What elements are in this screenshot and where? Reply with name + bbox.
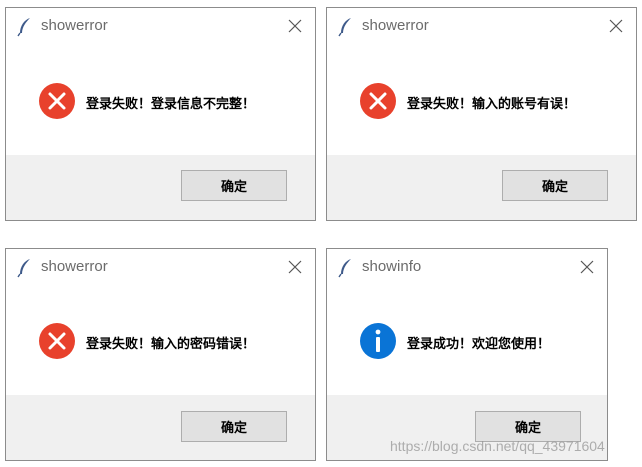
button-area: 确定 (327, 155, 636, 220)
button-area: 确定 (6, 395, 315, 460)
error-dialog-incomplete: showerror 登录失败！登录信息不完整！ 确定 (5, 7, 316, 221)
message-text: 登录失败！输入的账号有误！ (407, 97, 577, 112)
window-title: showerror (41, 258, 108, 275)
window-title: showerror (362, 17, 429, 34)
close-icon[interactable] (288, 19, 302, 33)
ok-button[interactable]: 确定 (502, 170, 608, 201)
info-icon (360, 323, 396, 359)
feather-icon (17, 259, 30, 278)
error-dialog-account: showerror 登录失败！输入的账号有误！ 确定 (326, 7, 637, 221)
message-text: 登录失败！输入的密码错误！ (86, 337, 256, 352)
title-bar[interactable]: showerror (6, 249, 315, 287)
message-text: 登录成功！欢迎您使用！ (407, 337, 551, 352)
ok-button[interactable]: 确定 (181, 170, 287, 201)
title-bar[interactable]: showerror (327, 8, 636, 46)
error-dialog-password: showerror 登录失败！输入的密码错误！ 确定 (5, 248, 316, 461)
error-icon (39, 323, 75, 359)
close-icon[interactable] (580, 260, 594, 274)
feather-icon (17, 18, 30, 37)
title-bar[interactable]: showerror (6, 8, 315, 46)
watermark-text: https://blog.csdn.net/qq_43971604 (390, 438, 605, 454)
message-text: 登录失败！登录信息不完整！ (86, 97, 256, 112)
ok-button[interactable]: 确定 (181, 411, 287, 442)
window-title: showerror (41, 17, 108, 34)
error-icon (39, 83, 75, 119)
button-area: 确定 (6, 155, 315, 220)
window-title: showinfo (362, 258, 422, 275)
error-icon (360, 83, 396, 119)
feather-icon (338, 259, 351, 278)
title-bar[interactable]: showinfo (327, 249, 607, 287)
info-dialog-success: showinfo 登录成功！欢迎您使用！ 确定 (326, 248, 608, 461)
close-icon[interactable] (288, 260, 302, 274)
feather-icon (338, 18, 351, 37)
close-icon[interactable] (609, 19, 623, 33)
